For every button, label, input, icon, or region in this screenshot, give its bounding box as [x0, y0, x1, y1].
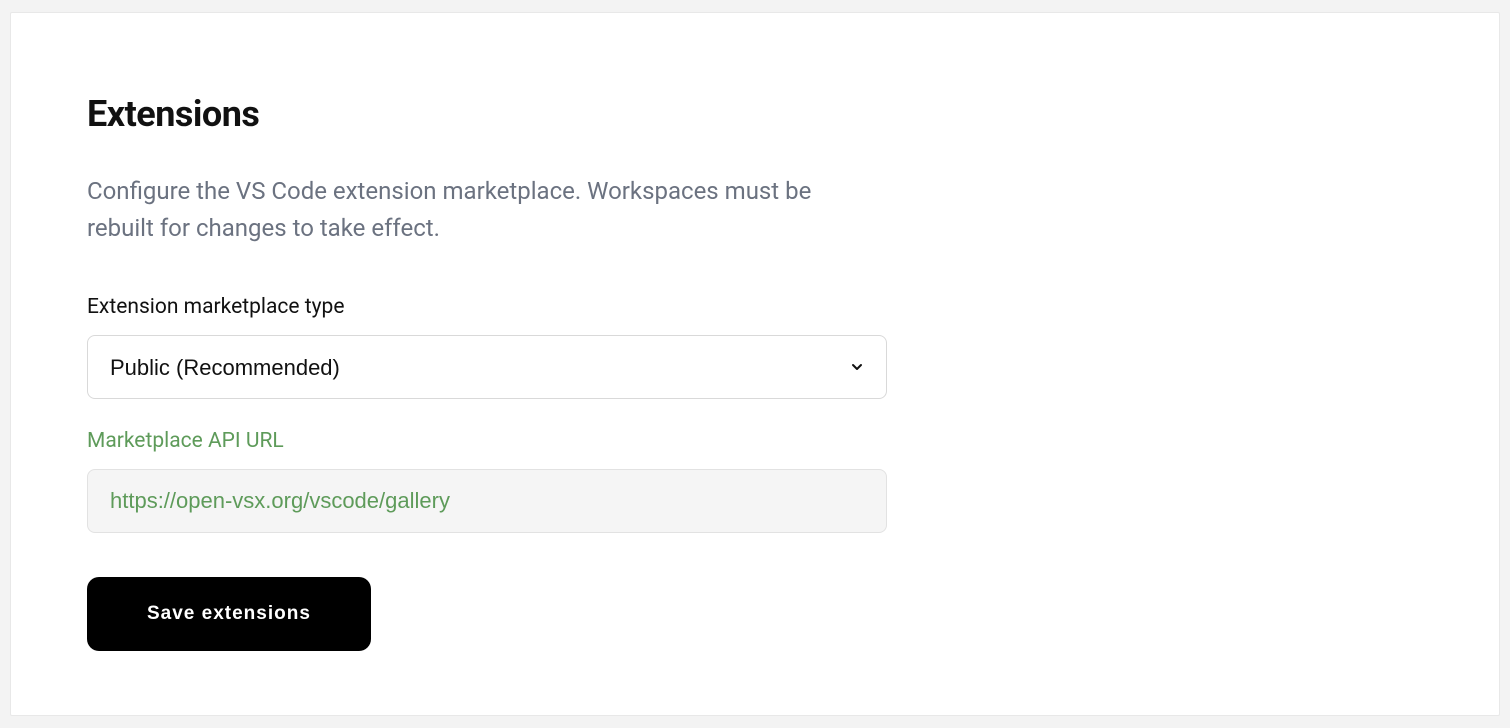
marketplace-type-field: Extension marketplace type Public (Recom…	[87, 295, 887, 399]
api-url-input[interactable]	[87, 469, 887, 533]
api-url-label: Marketplace API URL	[87, 429, 887, 453]
page-description: Configure the VS Code extension marketpl…	[87, 173, 877, 247]
content-area: Extensions Configure the VS Code extensi…	[87, 93, 887, 651]
settings-card: Extensions Configure the VS Code extensi…	[10, 12, 1500, 716]
page-title: Extensions	[87, 93, 887, 135]
marketplace-type-label: Extension marketplace type	[87, 295, 887, 319]
save-extensions-button[interactable]: Save extensions	[87, 577, 371, 651]
api-url-field: Marketplace API URL	[87, 429, 887, 533]
marketplace-type-select[interactable]: Public (Recommended)	[87, 335, 887, 399]
marketplace-type-select-wrapper: Public (Recommended)	[87, 335, 887, 399]
